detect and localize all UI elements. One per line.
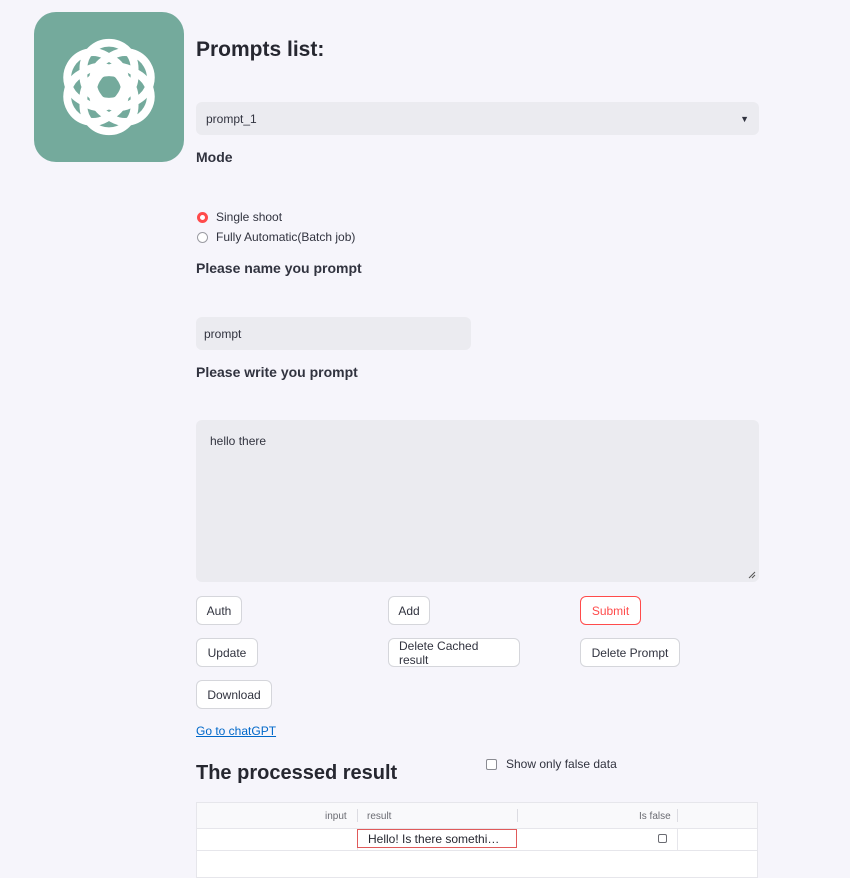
prompt-field-label: Please write you prompt: [196, 364, 358, 380]
radio-single-shoot[interactable]: Single shoot: [197, 210, 282, 224]
result-cell[interactable]: Hello! Is there something I can help you…: [357, 829, 517, 848]
delete-cached-result-button[interactable]: Delete Cached result: [388, 638, 520, 667]
app-logo: [34, 12, 184, 162]
prompt-name-value: prompt: [204, 326, 242, 341]
prompt-select[interactable]: prompt_1 ▼: [196, 102, 759, 135]
mode-label: Mode: [196, 149, 233, 165]
radio-fully-automatic[interactable]: Fully Automatic(Batch job): [197, 230, 355, 244]
download-button[interactable]: Download: [196, 680, 272, 709]
radio-unselected-icon: [197, 231, 208, 243]
submit-button[interactable]: Submit: [580, 596, 641, 625]
checkbox-label: Show only false data: [506, 757, 617, 771]
radio-label: Fully Automatic(Batch job): [216, 230, 356, 244]
chatgpt-link[interactable]: Go to chatGPT: [196, 724, 276, 738]
column-header-result[interactable]: result: [367, 811, 391, 822]
openai-logo-icon: [63, 38, 155, 136]
column-header-input[interactable]: input: [325, 811, 347, 822]
update-button[interactable]: Update: [196, 638, 258, 667]
delete-prompt-button[interactable]: Delete Prompt: [580, 638, 680, 667]
checkbox-icon: [486, 758, 497, 770]
radio-label: Single shoot: [216, 210, 283, 224]
page-title: Prompts list:: [196, 38, 325, 61]
add-button[interactable]: Add: [388, 596, 430, 625]
prompt-name-input[interactable]: prompt: [196, 317, 471, 350]
resize-handle-icon[interactable]: [748, 571, 756, 579]
name-field-label: Please name you prompt: [196, 260, 362, 276]
column-header-is-false[interactable]: Is false: [639, 811, 671, 822]
column-separator: [517, 809, 518, 822]
show-false-data-checkbox[interactable]: Show only false data: [486, 757, 617, 771]
table-header: input result Is false: [197, 803, 757, 829]
prompt-select-value: prompt_1: [206, 111, 257, 126]
prompt-textarea[interactable]: hello there: [196, 420, 759, 582]
is-false-checkbox[interactable]: [658, 834, 667, 843]
radio-selected-icon: [197, 211, 208, 223]
column-separator: [677, 809, 678, 822]
prompt-text-value: hello there: [210, 434, 267, 448]
auth-button[interactable]: Auth: [196, 596, 242, 625]
chevron-down-icon: ▼: [740, 113, 749, 124]
results-title: The processed result: [196, 762, 398, 784]
results-table[interactable]: input result Is false Hello! Is there so…: [196, 802, 758, 878]
column-separator: [357, 809, 358, 822]
table-row[interactable]: Hello! Is there something I can help you…: [197, 828, 757, 851]
cell-divider: [677, 828, 678, 850]
